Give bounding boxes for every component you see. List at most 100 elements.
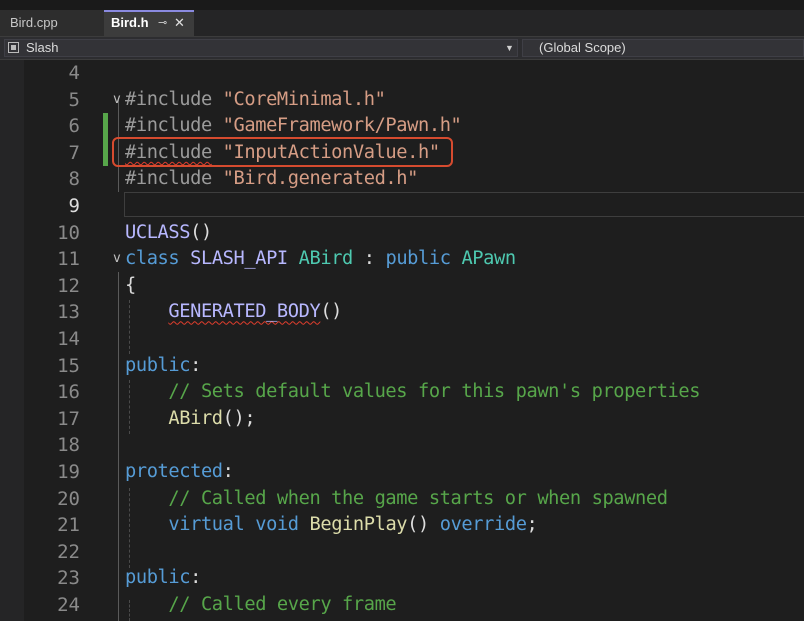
- line-number: 13: [57, 301, 80, 324]
- line-number: 18: [57, 434, 80, 457]
- punctuation: :: [190, 354, 201, 376]
- code-line: 10: [0, 220, 804, 247]
- project-dropdown[interactable]: Slash ▼: [4, 39, 518, 57]
- code-text: class SLASH_API ABird : public APawn: [125, 246, 516, 273]
- line-number: 12: [57, 274, 80, 297]
- macro-name: GENERATED_BODY: [168, 301, 321, 323]
- punctuation: (): [407, 514, 429, 536]
- code-line: 17: [0, 406, 804, 433]
- line-number: 14: [57, 328, 80, 350]
- code-text: ABird();: [125, 406, 255, 433]
- line-number: 7: [68, 141, 80, 164]
- dropdown-arrow-icon: ▼: [505, 43, 514, 53]
- code-line: 24: [0, 592, 804, 619]
- tab-bar: Bird.cpp Bird.h ⊸ ✕: [0, 10, 804, 37]
- line-number: 21: [57, 514, 80, 537]
- type-name: ABird: [298, 248, 354, 270]
- line-number: 6: [68, 115, 80, 138]
- punctuation: ;: [526, 514, 538, 536]
- tab-bird-h[interactable]: Bird.h ⊸ ✕: [104, 10, 194, 36]
- code-text: // Sets default values for this pawn's p…: [125, 379, 700, 406]
- code-line: 15: [0, 353, 804, 380]
- punctuation: :: [352, 248, 386, 270]
- tab-bird-cpp[interactable]: Bird.cpp: [0, 10, 104, 36]
- fold-chevron-icon[interactable]: v: [113, 87, 121, 114]
- line-number: 24: [57, 594, 80, 616]
- type-name: APawn: [461, 248, 516, 270]
- close-icon[interactable]: ✕: [174, 12, 185, 34]
- code-text: #include "CoreMinimal.h": [125, 87, 386, 114]
- comment: // Sets default values for this pawn's p…: [168, 381, 701, 403]
- change-indicator: [103, 113, 108, 166]
- line-number: 4: [68, 62, 80, 84]
- scope-label: (Global Scope): [539, 40, 626, 55]
- code-text: {: [125, 273, 136, 300]
- line-number: 23: [57, 567, 80, 590]
- keyword: class: [125, 248, 180, 270]
- preprocessor-directive: #include: [125, 168, 212, 190]
- title-strip: [0, 0, 804, 10]
- keyword: override: [439, 514, 527, 536]
- scope-dropdown[interactable]: (Global Scope): [522, 39, 804, 57]
- punctuation: (): [190, 221, 212, 243]
- line-number: 16: [57, 381, 80, 404]
- code-text: UCLASS(): [125, 220, 212, 247]
- include-path: "CoreMinimal.h": [222, 88, 386, 110]
- punctuation: {: [125, 274, 136, 296]
- keyword: void: [255, 514, 299, 536]
- pin-icon[interactable]: ⊸: [158, 12, 167, 34]
- keyword: virtual: [168, 514, 245, 536]
- preprocessor-directive: #include: [125, 88, 212, 110]
- project-icon: [8, 42, 19, 53]
- code-text: #include "GameFramework/Pawn.h": [125, 113, 462, 140]
- tab-label: Bird.h: [111, 15, 149, 30]
- line-number: 17: [57, 407, 80, 430]
- tab-label: Bird.cpp: [10, 15, 58, 30]
- function-name: ABird: [168, 407, 223, 429]
- keyword: public: [385, 248, 451, 270]
- function-name: BeginPlay: [309, 514, 408, 536]
- fold-chevron-icon[interactable]: v: [113, 246, 121, 273]
- class-scope-line: [118, 272, 119, 621]
- project-label: Slash: [26, 40, 59, 55]
- code-line: 12: [0, 273, 804, 300]
- line-number: 19: [57, 461, 80, 483]
- line-number: 9: [68, 195, 80, 217]
- code-text: GENERATED_BODY(): [125, 299, 342, 326]
- code-line: 4: [0, 60, 804, 87]
- line-number: 10: [57, 221, 80, 244]
- code-text: protected:: [125, 459, 234, 486]
- line-number: 15: [57, 354, 80, 377]
- access-specifier: protected: [125, 461, 223, 482]
- code-line: 23: [0, 565, 804, 592]
- line-number: 5: [68, 88, 80, 111]
- include-path: "Bird.generated.h": [222, 168, 419, 190]
- code-line: 22: [0, 539, 804, 566]
- access-specifier: public: [125, 354, 191, 376]
- macro-name: UCLASS: [125, 221, 191, 243]
- line-number: 11: [57, 248, 80, 271]
- line-number: 22: [57, 540, 80, 563]
- punctuation: (): [320, 301, 343, 323]
- annotation-highlight-box: [112, 137, 453, 167]
- code-line: 19: [0, 459, 804, 486]
- punctuation: :: [222, 461, 234, 482]
- code-line: 14: [0, 326, 804, 353]
- navigation-bar: Slash ▼ (Global Scope): [0, 37, 804, 60]
- code-line: 18: [0, 432, 804, 459]
- code-text: virtual void BeginPlay() override;: [125, 512, 537, 539]
- punctuation: ();: [222, 407, 256, 429]
- comment: // Called every frame: [168, 594, 397, 615]
- comment: // Called when the game starts or when s…: [168, 487, 668, 509]
- current-line-highlight: [124, 192, 804, 217]
- code-line: 13: [0, 299, 804, 326]
- code-text: public:: [125, 565, 201, 592]
- macro-name: SLASH_API: [190, 248, 288, 270]
- code-text: #include "Bird.generated.h": [125, 166, 418, 193]
- line-number: 8: [68, 168, 80, 191]
- code-editor[interactable]: 4 5 6 7 8 9 10 11 12 13 14 15 16 17 18 1…: [0, 60, 804, 621]
- include-path: "GameFramework/Pawn.h": [222, 115, 462, 137]
- code-text: // Called every frame: [125, 592, 396, 619]
- line-number: 20: [57, 487, 80, 510]
- preprocessor-directive: #include: [125, 115, 212, 137]
